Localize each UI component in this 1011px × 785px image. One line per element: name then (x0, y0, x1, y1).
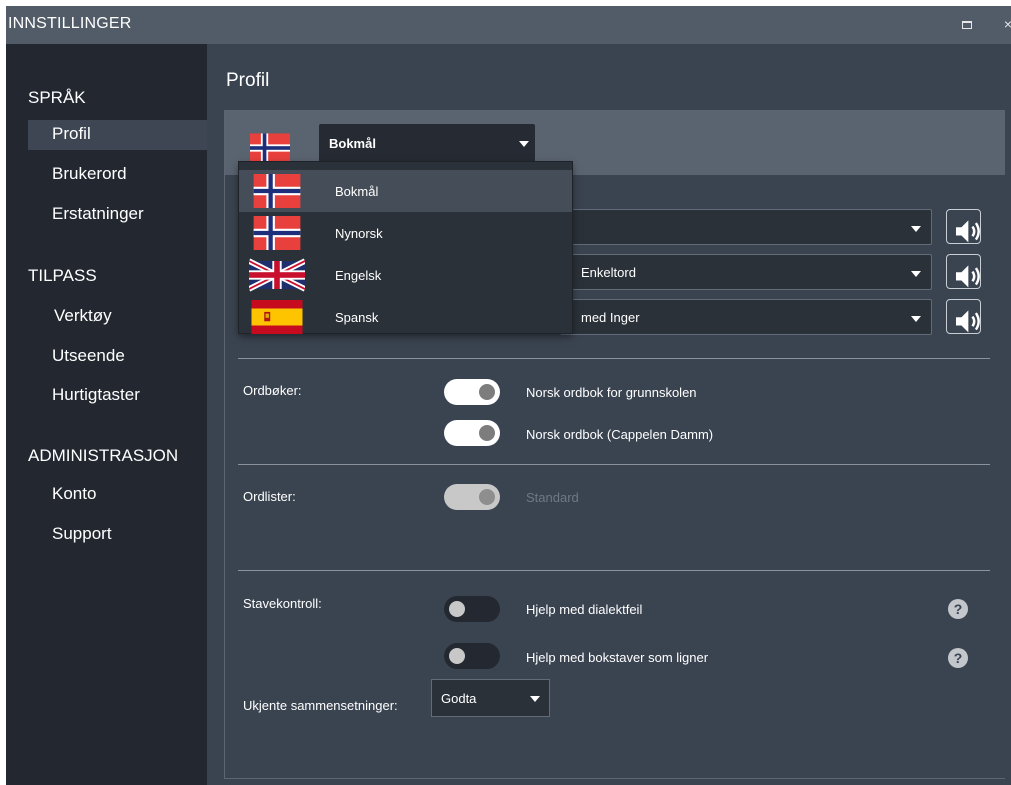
speaker-icon[interactable] (946, 209, 981, 244)
sidebar-item-brukerord[interactable]: Brukerord (28, 160, 207, 190)
help-icon[interactable]: ? (948, 599, 968, 619)
uk-flag-icon (249, 258, 305, 292)
ordbok-cappelen-label: Norsk ordbok (Cappelen Damm) (526, 427, 714, 442)
help-icon[interactable]: ? (948, 648, 968, 668)
bokstaver-label: Hjelp med bokstaver som ligner (526, 650, 709, 665)
dialektfeil-label: Hjelp med dialektfeil (526, 602, 643, 617)
title-bar: INNSTILLINGER × (6, 6, 1011, 44)
sidebar-section-sprak: SPRÅK (28, 88, 86, 107)
ordliste-standard-label: Standard (526, 490, 579, 505)
window-title: INNSTILLINGER (8, 15, 132, 32)
language-select[interactable]: Bokmål (319, 124, 535, 162)
unknown-compounds-select[interactable]: Godta (431, 679, 550, 717)
divider (238, 464, 990, 465)
chevron-down-icon (911, 226, 921, 232)
language-option-spansk[interactable]: Spansk (239, 296, 572, 338)
voice-select-2[interactable]: Enkeltord (560, 254, 932, 290)
sidebar: SPRÅK Profil Brukerord Erstatninger TILP… (6, 44, 207, 785)
sidebar-item-erstatninger[interactable]: Erstatninger (28, 200, 207, 230)
language-dropdown: Bokmål Nynorsk Engelsk Spansk (239, 162, 572, 333)
language-option-label: Engelsk (335, 268, 382, 283)
norway-flag-icon (249, 216, 305, 250)
sidebar-item-utseende[interactable]: Utseende (28, 342, 207, 372)
toggle-bokstaver[interactable] (444, 643, 500, 669)
stavekontroll-label: Stavekontroll: (243, 596, 322, 611)
language-option-nynorsk[interactable]: Nynorsk (239, 212, 572, 254)
voice-select-1[interactable] (560, 209, 932, 245)
norway-flag-icon (249, 174, 305, 208)
close-icon[interactable]: × (1000, 15, 1011, 33)
toggle-ordliste-standard (444, 484, 500, 510)
speaker-icon[interactable] (946, 254, 981, 289)
language-option-label: Spansk (335, 310, 379, 325)
chevron-down-icon (519, 141, 529, 147)
spain-flag-icon (249, 300, 305, 334)
sidebar-item-verktoy[interactable]: Verktøy (28, 302, 207, 332)
ordbok-grunnskolen-label: Norsk ordbok for grunnskolen (526, 385, 697, 400)
toggle-dialektfeil[interactable] (444, 596, 500, 622)
norway-flag-icon (250, 131, 290, 165)
divider (238, 570, 990, 571)
chevron-down-icon (911, 271, 921, 277)
language-option-label: Nynorsk (335, 226, 383, 241)
maximize-icon[interactable] (959, 15, 975, 33)
voice-select-3[interactable]: med Inger (560, 299, 932, 335)
language-option-bokmal[interactable]: Bokmål (239, 170, 572, 212)
sidebar-section-tilpass: TILPASS (28, 266, 97, 285)
language-option-label: Bokmål (335, 184, 379, 199)
toggle-ordbok-cappelen[interactable] (444, 420, 500, 446)
chevron-down-icon (911, 316, 921, 322)
unknown-compounds-value: Godta (441, 691, 477, 706)
ordboker-label: Ordbøker: (243, 383, 302, 398)
chevron-down-icon (530, 696, 540, 702)
voice-select-3-value: med Inger (581, 310, 640, 325)
sidebar-section-administrasjon: ADMINISTRASJON (28, 446, 179, 465)
toggle-ordbok-grunnskolen[interactable] (444, 379, 500, 405)
unknown-compounds-label: Ukjente sammensetninger: (243, 698, 398, 713)
sidebar-item-support[interactable]: Support (28, 520, 207, 550)
sidebar-item-profil[interactable]: Profil (28, 120, 207, 150)
sidebar-item-hurtigtaster[interactable]: Hurtigtaster (28, 381, 207, 411)
page-title: Profil (226, 70, 270, 91)
voice-select-2-value: Enkeltord (581, 265, 636, 280)
sidebar-item-konto[interactable]: Konto (28, 480, 207, 510)
language-option-engelsk[interactable]: Engelsk (239, 254, 572, 296)
divider (238, 358, 990, 359)
ordlister-label: Ordlister: (243, 489, 296, 504)
language-select-value: Bokmål (329, 136, 376, 151)
speaker-icon[interactable] (946, 299, 981, 334)
